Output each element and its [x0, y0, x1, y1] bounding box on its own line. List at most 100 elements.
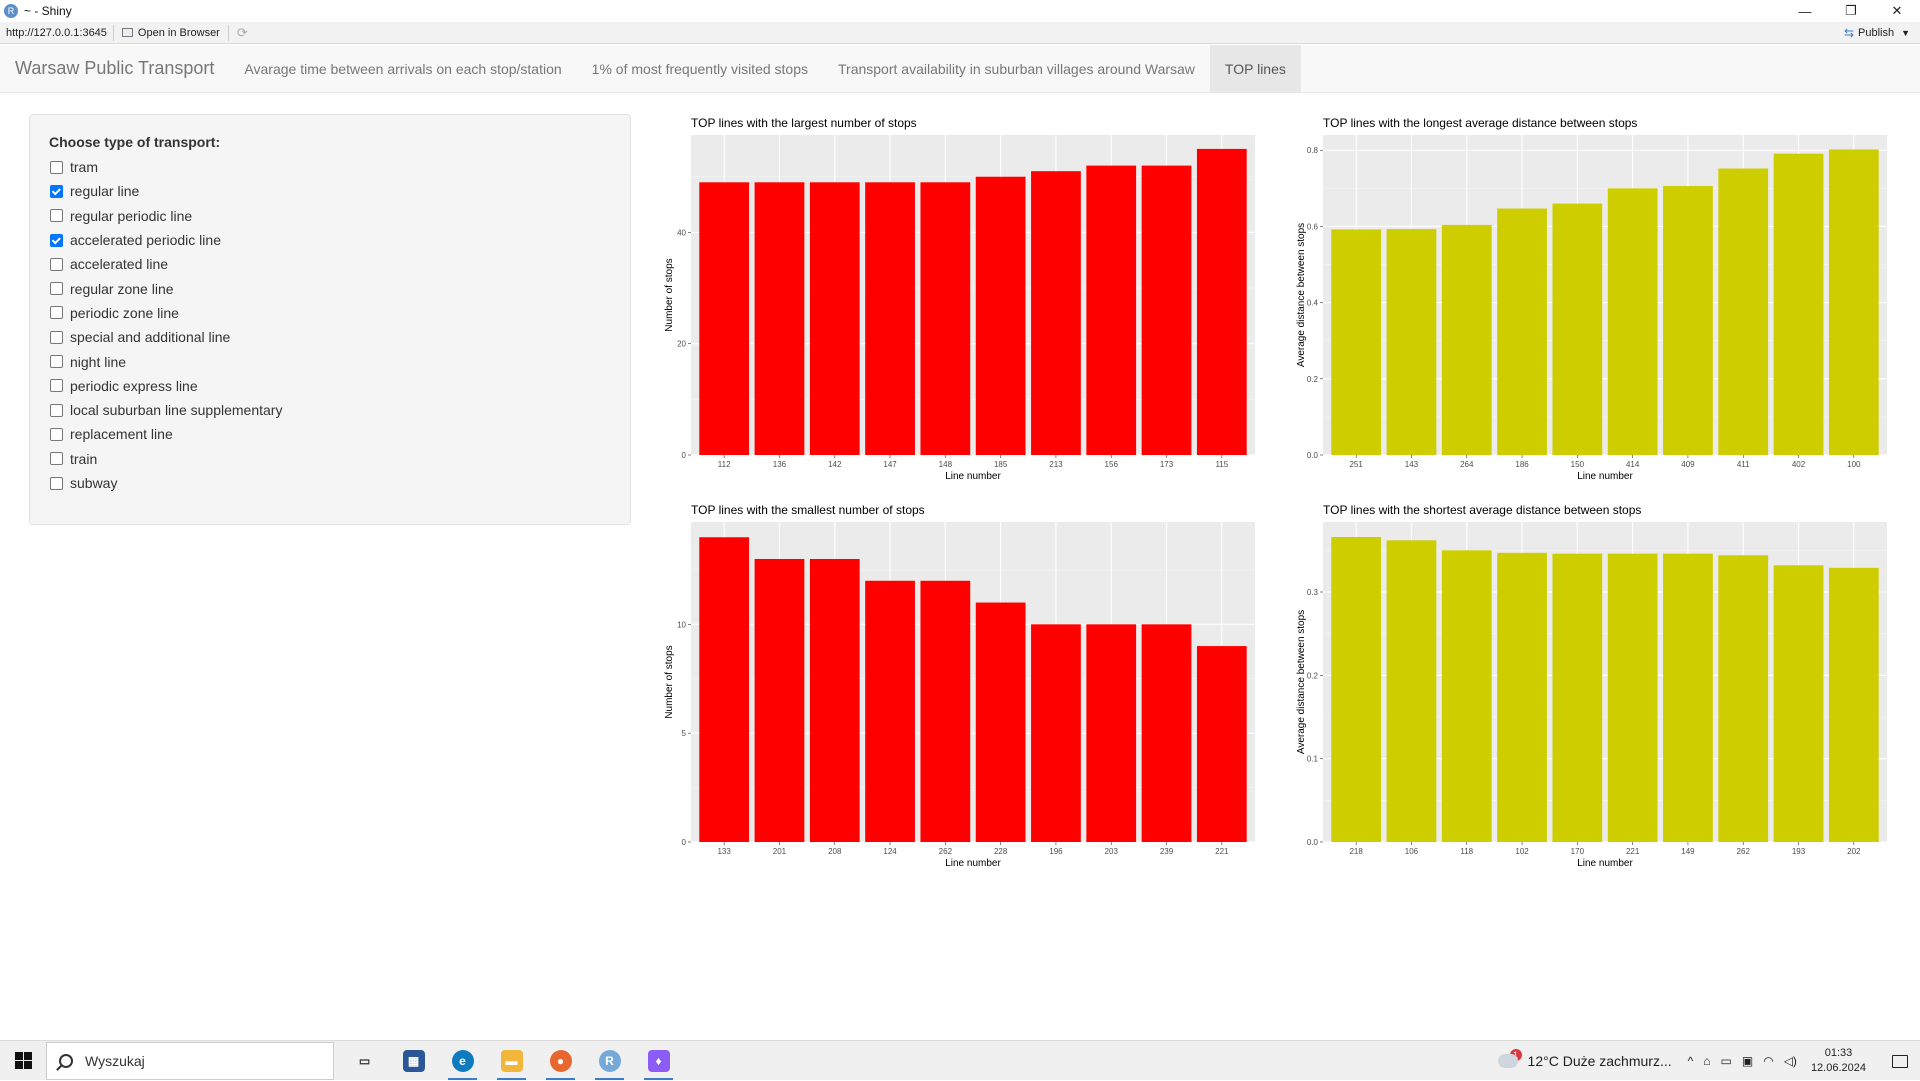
taskbar-app-store[interactable]: ▦ — [389, 1041, 438, 1081]
bar — [1331, 229, 1382, 455]
checkbox-option[interactable]: regular zone line — [49, 276, 611, 300]
tab-frequent-stops[interactable]: 1% of most frequently visited stops — [577, 45, 823, 92]
open-in-browser-button[interactable]: Open in Browser — [114, 24, 229, 41]
tray-icon[interactable]: ^ — [1688, 1054, 1694, 1068]
checkbox-option[interactable]: subway — [49, 471, 611, 495]
chart-title: TOP lines with the longest average dista… — [1323, 116, 1637, 130]
checkbox-label[interactable]: local suburban line supplementary — [70, 402, 282, 418]
checkbox-option[interactable]: accelerated line — [49, 252, 611, 276]
tab-top-lines[interactable]: TOP lines — [1209, 45, 1301, 92]
checkbox-option[interactable]: periodic express line — [49, 374, 611, 398]
tray-icon[interactable]: ▣ — [1742, 1054, 1753, 1068]
taskbar-app-task-view[interactable]: ▭ — [340, 1041, 389, 1081]
y-tick-label: 10 — [677, 620, 686, 629]
checkbox-label[interactable]: tram — [70, 159, 98, 175]
refresh-icon[interactable]: ⟳ — [229, 25, 256, 41]
x-tick-label: 218 — [1349, 847, 1363, 856]
checkbox-option[interactable]: regular periodic line — [49, 204, 611, 228]
minimize-icon[interactable]: — — [1782, 0, 1828, 22]
checkbox-checked[interactable] — [50, 184, 63, 198]
x-tick-label: 112 — [718, 460, 731, 469]
checkbox-option[interactable]: special and additional line — [49, 325, 611, 349]
checkbox-label[interactable]: regular zone line — [70, 281, 174, 297]
tray-icon[interactable]: ⌂ — [1703, 1054, 1710, 1068]
checkbox-label[interactable]: periodic zone line — [70, 305, 179, 321]
checkbox-label[interactable]: regular line — [70, 183, 139, 199]
checkbox-label[interactable]: special and additional line — [70, 329, 230, 345]
checkbox-checked[interactable] — [50, 233, 63, 247]
checkbox-unchecked[interactable] — [50, 355, 63, 369]
tab-avarage-time[interactable]: Avarage time between arrivals on each st… — [229, 45, 576, 92]
bar — [1441, 224, 1492, 455]
taskbar-app-file-explorer[interactable]: ▬ — [487, 1041, 536, 1081]
notification-icon — [1892, 1054, 1908, 1068]
chart-shortest-average-distance: TOP lines with the shortest average dist… — [1296, 501, 1896, 876]
checkbox-unchecked[interactable] — [50, 209, 63, 223]
taskbar-app-flame-app[interactable]: ♦ — [634, 1041, 683, 1081]
browser-window-icon — [121, 28, 133, 37]
checkbox-label[interactable]: subway — [70, 475, 117, 491]
checkbox-label[interactable]: accelerated line — [70, 256, 168, 272]
x-tick-label: 196 — [1049, 847, 1063, 856]
transport-type-label: Choose type of transport: — [49, 134, 221, 150]
checkbox-unchecked[interactable] — [50, 452, 63, 466]
bar — [1031, 624, 1081, 842]
checkbox-unchecked[interactable] — [50, 330, 63, 344]
checkbox-option[interactable]: local suburban line supplementary — [49, 398, 611, 422]
checkbox-label[interactable]: night line — [70, 354, 126, 370]
x-tick-label: 170 — [1571, 847, 1585, 856]
y-tick-label: 0.6 — [1307, 222, 1319, 231]
x-tick-label: 118 — [1460, 847, 1473, 856]
y-tick-label: 40 — [677, 228, 686, 237]
tray-icon[interactable]: ▭ — [1721, 1054, 1732, 1068]
clock[interactable]: 01:33 12.06.2024 — [1811, 1046, 1866, 1076]
checkbox-label[interactable]: accelerated periodic line — [70, 232, 221, 248]
y-tick-label: 0.8 — [1307, 146, 1319, 155]
taskbar-app-edge[interactable]: e — [438, 1041, 487, 1081]
taskbar-search[interactable]: Wyszukaj — [46, 1041, 334, 1080]
taskbar-app-firefox[interactable]: ● — [536, 1041, 585, 1081]
r-app-icon: R — [4, 4, 18, 18]
checkbox-label[interactable]: regular periodic line — [70, 208, 192, 224]
checkbox-option[interactable]: replacement line — [49, 422, 611, 446]
taskbar-app-rstudio[interactable]: R — [585, 1041, 634, 1081]
restore-icon[interactable]: ❐ — [1828, 0, 1874, 22]
checkbox-unchecked[interactable] — [50, 403, 63, 417]
checkbox-unchecked[interactable] — [50, 427, 63, 441]
x-tick-label: 148 — [939, 460, 953, 469]
taskbar-apps: ▭ ▦ e ▬ ● R ♦ — [340, 1041, 683, 1081]
start-button[interactable] — [0, 1041, 46, 1081]
notification-center-button[interactable] — [1880, 1054, 1920, 1068]
bar — [1607, 553, 1658, 842]
checkbox-unchecked[interactable] — [50, 257, 63, 271]
checkbox-unchecked[interactable] — [50, 306, 63, 320]
tray-icon[interactable]: ◁) — [1784, 1054, 1797, 1068]
checkbox-option[interactable]: accelerated periodic line — [49, 228, 611, 252]
checkbox-label[interactable]: replacement line — [70, 426, 173, 442]
checkbox-unchecked[interactable] — [50, 379, 63, 393]
chart-svg: TOP lines with the shortest average dist… — [1296, 503, 1887, 869]
checkbox-label[interactable]: train — [70, 451, 97, 467]
x-axis-title: Line number — [945, 858, 1001, 869]
checkbox-option[interactable]: tram — [49, 155, 611, 179]
weather-widget[interactable]: 1 12°C Duże zachmurz... — [1493, 1048, 1672, 1069]
checkbox-option[interactable]: periodic zone line — [49, 301, 611, 325]
close-icon[interactable]: ✕ — [1874, 0, 1920, 22]
checkbox-unchecked[interactable] — [50, 160, 63, 174]
window-title: ~ - Shiny — [24, 4, 72, 18]
publish-button[interactable]: ⇆ Publish ▼ — [1844, 26, 1910, 40]
tab-transport-availability[interactable]: Transport availability in suburban villa… — [823, 45, 1210, 92]
checkbox-label[interactable]: periodic express line — [70, 378, 198, 394]
x-axis-title: Line number — [1577, 858, 1633, 869]
checkbox-unchecked[interactable] — [50, 476, 63, 490]
bar — [1607, 188, 1658, 455]
checkbox-unchecked[interactable] — [50, 282, 63, 296]
task-view-icon: ▭ — [358, 1053, 371, 1068]
checkbox-option[interactable]: train — [49, 447, 611, 471]
x-tick-label: 251 — [1349, 460, 1363, 469]
clock-date: 12.06.2024 — [1810, 1062, 1866, 1074]
checkbox-option[interactable]: regular line — [49, 179, 611, 203]
bar — [1086, 624, 1137, 842]
checkbox-option[interactable]: night line — [49, 349, 611, 373]
tray-icon[interactable]: ◠ — [1763, 1054, 1773, 1068]
